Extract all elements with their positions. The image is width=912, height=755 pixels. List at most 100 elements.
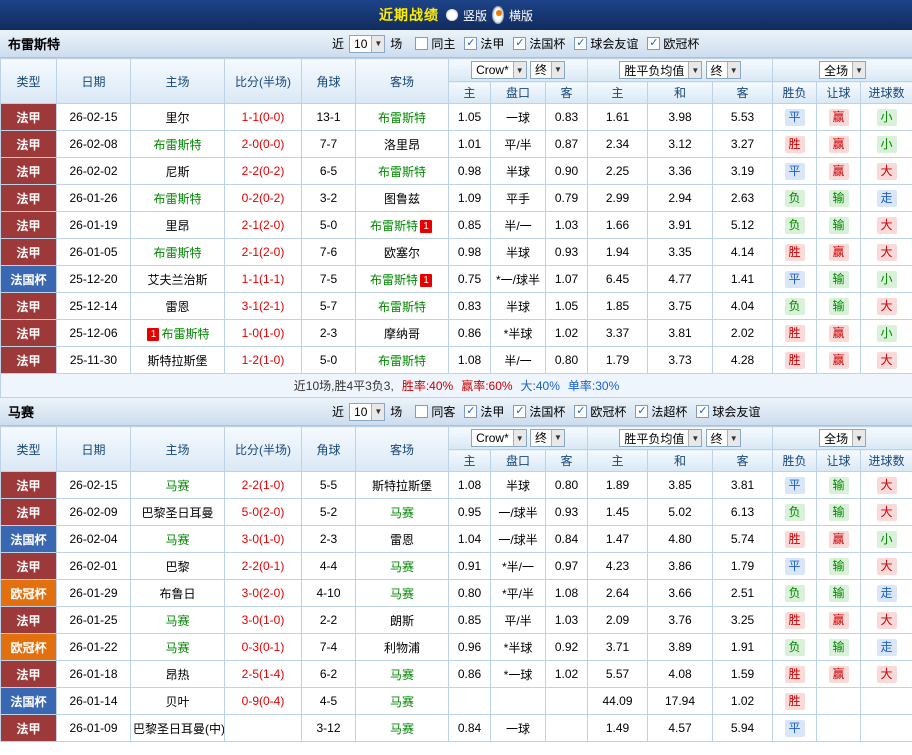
corner-cell: 6-2 xyxy=(301,660,356,688)
scope-select[interactable]: 全场 ▼ xyxy=(819,429,866,447)
odds-company-select[interactable]: Crow* ▼ xyxy=(471,61,527,80)
home-team-cell: 昂热 xyxy=(130,660,225,688)
avg-away-odds-cell: 2.51 xyxy=(711,579,774,607)
result-badge: 走 xyxy=(876,584,897,602)
match-row: 法甲 26-01-05 布雷斯特 2-1(2-0) 7-6 欧塞尔 0.98 半球 0.93 1.… xyxy=(0,238,912,266)
handicap-cell: *一/球半 xyxy=(490,265,546,293)
column-header-date: 日期 xyxy=(56,58,131,104)
result-badge: 小 xyxy=(876,108,897,126)
subheader-odds-home: 主 xyxy=(448,81,491,104)
league-type-cell: 法甲 xyxy=(0,238,57,266)
filter-item[interactable]: ✓ 法超杯 xyxy=(635,403,687,420)
checkbox-checked-icon[interactable]: ✓ xyxy=(574,37,588,50)
league-type-cell: 法甲 xyxy=(0,471,57,499)
avg-away-odds-cell: 5.53 xyxy=(711,103,774,131)
team-link: 雷恩 xyxy=(389,532,414,547)
filter-item[interactable]: 同客 xyxy=(415,403,455,420)
odds-company-select[interactable]: Crow* ▼ xyxy=(471,429,527,448)
avg-away-odds-cell: 3.25 xyxy=(711,606,774,634)
avg-home-odds-cell: 3.71 xyxy=(587,633,648,661)
result-badge: 大 xyxy=(876,611,897,629)
result-handicap-cell: 赢 xyxy=(816,103,862,131)
score-cell: 3-0(2-0) xyxy=(224,579,302,607)
subheader-handicap: 盘口 xyxy=(490,449,546,472)
score-cell: 2-1(2-0) xyxy=(224,211,302,239)
match-date-cell: 26-02-15 xyxy=(56,471,131,499)
result-badge: 负 xyxy=(784,584,805,602)
avg-draw-odds-cell: 4.57 xyxy=(647,714,713,742)
checkbox-unchecked-icon[interactable] xyxy=(415,37,429,50)
summary-stat: 大:40% xyxy=(520,379,560,393)
section-brest: 布雷斯特 近 10 ▼ 场 同主 ✓ 法甲 ✓ 法国杯 ✓ 球会友谊 ✓ 欧冠杯 类型 日期 主场 xyxy=(0,30,912,398)
filter-item[interactable]: ✓ 球会友谊 xyxy=(696,403,760,420)
checkbox-checked-icon[interactable]: ✓ xyxy=(513,405,527,418)
filter-item[interactable]: ✓ 法国杯 xyxy=(513,35,565,52)
filter-item[interactable]: ✓ 欧冠杯 xyxy=(574,403,626,420)
odds-final-select[interactable]: 终 ▼ xyxy=(530,60,565,79)
horizontal-layout-label[interactable]: 横版 xyxy=(509,7,533,24)
team-link: 艾夫兰治斯 xyxy=(147,272,208,287)
checkbox-checked-icon[interactable]: ✓ xyxy=(696,405,710,418)
checkbox-checked-icon[interactable]: ✓ xyxy=(635,405,649,418)
filter-item[interactable]: ✓ 球会友谊 xyxy=(574,35,638,52)
league-type-cell: 法国杯 xyxy=(0,525,57,553)
horizontal-layout-radio-icon[interactable] xyxy=(492,6,504,24)
odds-company-value: Crow* xyxy=(476,63,509,78)
home-team-cell: 1 布雷斯特 xyxy=(130,319,225,347)
avg-final-select[interactable]: 终 ▼ xyxy=(705,429,741,447)
away-odds-cell: 0.80 xyxy=(545,346,588,374)
handicap-cell: 平/半 xyxy=(490,130,546,158)
checkbox-checked-icon[interactable]: ✓ xyxy=(513,37,527,50)
filter-item[interactable]: 同主 xyxy=(415,35,455,52)
avg-home-odds-cell: 44.09 xyxy=(587,687,648,715)
handicap-cell: 半/一 xyxy=(490,211,546,239)
checkbox-checked-icon[interactable]: ✓ xyxy=(574,405,588,418)
result-badge: 大 xyxy=(876,216,897,234)
corner-cell: 5-0 xyxy=(301,346,356,374)
team-link: 巴黎 xyxy=(165,559,190,574)
away-team-cell: 布雷斯特 1 xyxy=(355,265,449,293)
avg-home-odds-cell: 1.47 xyxy=(587,525,648,553)
scope-select[interactable]: 全场 ▼ xyxy=(819,61,866,79)
checkbox-unchecked-icon[interactable] xyxy=(415,405,429,418)
result-goals-cell: 小 xyxy=(860,103,912,131)
result-outcome-cell: 负 xyxy=(772,498,818,526)
match-count-select[interactable]: 10 ▼ xyxy=(349,402,386,421)
away-odds-cell: 1.07 xyxy=(545,265,588,293)
avg-draw-odds-cell: 3.91 xyxy=(647,211,713,239)
avg-odds-select[interactable]: 胜平负均值 ▼ xyxy=(619,429,703,447)
match-count-select[interactable]: 10 ▼ xyxy=(349,34,386,53)
team-link: 马赛 xyxy=(389,505,414,520)
filter-item[interactable]: ✓ 法甲 xyxy=(464,35,504,52)
avg-home-odds-cell: 6.45 xyxy=(587,265,648,293)
checkbox-checked-icon[interactable]: ✓ xyxy=(647,37,661,50)
team-link: 布雷斯特 xyxy=(369,218,418,233)
odds-final-select[interactable]: 终 ▼ xyxy=(530,428,565,447)
dropdown-arrow-icon: ▼ xyxy=(688,62,702,78)
vertical-layout-radio-icon[interactable] xyxy=(445,9,458,21)
match-date-cell: 26-02-02 xyxy=(56,157,131,185)
result-goals-cell: 大 xyxy=(860,211,912,239)
filter-label: 法国杯 xyxy=(529,405,566,419)
result-badge: 小 xyxy=(876,270,897,288)
summary-stat: 赢率:60% xyxy=(461,379,513,393)
filter-item[interactable]: ✓ 法甲 xyxy=(464,403,504,420)
result-handicap-cell: 输 xyxy=(816,471,862,499)
result-badge: 胜 xyxy=(784,665,805,683)
dropdown-arrow-icon: ▼ xyxy=(551,429,564,446)
avg-final-select[interactable]: 终 ▼ xyxy=(705,61,741,79)
checkbox-checked-icon[interactable]: ✓ xyxy=(464,37,478,50)
odds-header-cell: Crow* ▼ 终 ▼ xyxy=(448,58,588,82)
checkbox-checked-icon[interactable]: ✓ xyxy=(464,405,478,418)
result-goals-cell: 大 xyxy=(860,157,912,185)
vertical-layout-label[interactable]: 竖版 xyxy=(463,7,487,24)
result-handicap-cell: 输 xyxy=(816,498,862,526)
result-outcome-cell: 胜 xyxy=(772,606,818,634)
filter-item[interactable]: ✓ 法国杯 xyxy=(513,403,565,420)
subheader-avg-away: 客 xyxy=(711,449,774,472)
match-count-value: 10 xyxy=(354,36,368,51)
handicap-cell: 半/一 xyxy=(490,346,546,374)
filter-item[interactable]: ✓ 欧冠杯 xyxy=(647,35,699,52)
avg-odds-select[interactable]: 胜平负均值 ▼ xyxy=(619,61,703,79)
team-link: 雷恩 xyxy=(165,299,190,314)
